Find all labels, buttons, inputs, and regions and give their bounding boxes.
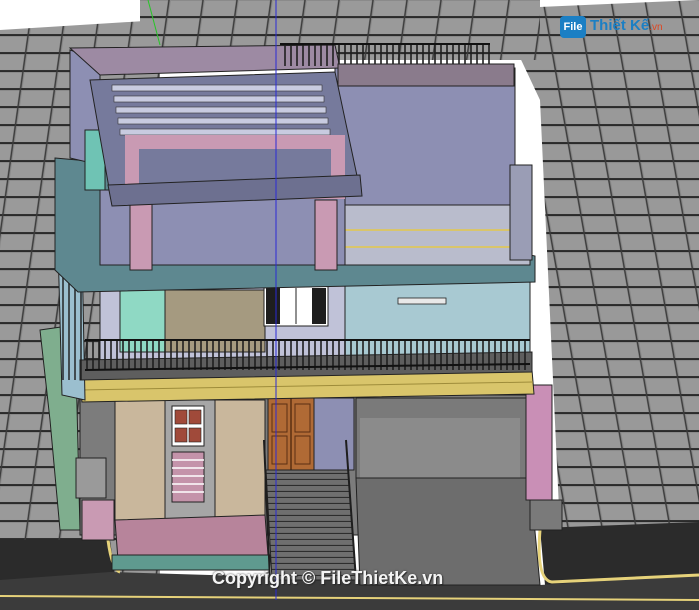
right-pink-pillar xyxy=(525,384,553,501)
ground-window xyxy=(171,405,205,503)
front-stairs xyxy=(265,469,357,581)
left-low-wall xyxy=(81,499,115,541)
roof-parapet-right xyxy=(337,63,515,87)
second-floor-frame-right xyxy=(314,199,338,271)
right-low-wall xyxy=(529,499,563,531)
logo: File Thiết Kế.vn xyxy=(560,12,690,44)
second-floor-right-front xyxy=(344,204,531,266)
logo-text: Thiết Kế.vn xyxy=(590,17,663,34)
second-floor-frame-left xyxy=(129,199,153,271)
entrance-door xyxy=(267,397,315,471)
logo-main: Thiết Kế xyxy=(590,17,650,34)
second-floor-right-side xyxy=(509,164,533,261)
ac-unit xyxy=(397,297,447,305)
garage-back-wall xyxy=(360,418,520,478)
front-terrace xyxy=(114,514,269,561)
house-render xyxy=(0,0,699,610)
first-floor-window xyxy=(263,285,329,327)
roof-rail xyxy=(280,44,490,66)
copyright-watermark: Copyright © FileThietKe.vn xyxy=(212,568,444,588)
left-planter xyxy=(75,457,107,499)
logo-badge: File xyxy=(560,16,586,38)
logo-suffix: .vn xyxy=(649,22,663,33)
